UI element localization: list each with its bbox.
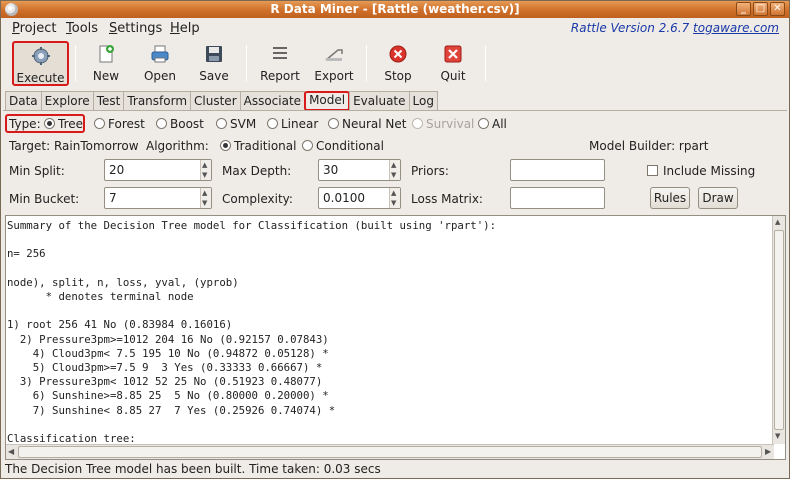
model-output-textview[interactable]: Summary of the Decision Tree model for C… <box>5 215 786 460</box>
radio-conditional[interactable]: Conditional <box>302 139 384 153</box>
radio-icon <box>216 118 227 129</box>
export-button[interactable]: Export <box>306 41 362 86</box>
complexity-label: Complexity: <box>222 192 293 206</box>
horizontal-scrollbar[interactable]: ◀ ▶ <box>6 444 774 459</box>
stop-icon <box>389 45 407 63</box>
execute-button[interactable]: Execute <box>12 41 69 86</box>
scroll-thumb[interactable] <box>774 230 784 430</box>
radio-icon <box>94 118 105 129</box>
quit-button[interactable]: Quit <box>425 41 481 86</box>
scroll-up-icon[interactable]: ▲ <box>775 218 780 226</box>
version-info: Rattle Version 2.6.7 togaware.com <box>570 21 779 35</box>
menu-project[interactable]: Project <box>12 21 57 36</box>
tab-cluster[interactable]: Cluster <box>190 91 241 111</box>
scroll-down-icon[interactable]: ▼ <box>775 432 780 440</box>
tab-associate[interactable]: Associate <box>239 91 306 111</box>
max-depth-label: Max Depth: <box>222 164 292 178</box>
rattle-window: R Data Miner - [Rattle (weather.csv)] _ … <box>0 0 790 479</box>
radio-icon <box>220 140 231 151</box>
max-depth-spinner[interactable]: 30 ▲ ▼ <box>318 159 401 181</box>
radio-traditional[interactable]: Traditional <box>220 139 296 153</box>
scroll-thumb[interactable] <box>18 446 762 458</box>
spinner-arrows[interactable]: ▲ ▼ <box>200 160 211 180</box>
scroll-right-icon[interactable]: ▶ <box>765 447 771 456</box>
togaware-link[interactable]: togaware.com <box>693 21 779 35</box>
close-button[interactable]: ✕ <box>770 2 785 16</box>
spinner-arrows[interactable]: ▲ ▼ <box>389 188 400 208</box>
open-printer-icon <box>151 45 169 63</box>
radio-icon <box>412 118 423 129</box>
rules-button[interactable]: Rules <box>650 187 690 209</box>
checkbox-icon <box>647 165 658 176</box>
radio-icon <box>267 118 278 129</box>
minimize-button[interactable]: _ <box>736 2 751 16</box>
report-button[interactable]: Report <box>252 41 308 86</box>
radio-svm[interactable]: SVM <box>216 117 256 131</box>
min-bucket-label: Min Bucket: <box>9 192 80 206</box>
radio-icon <box>478 118 489 129</box>
min-split-spinner[interactable]: 20 ▲ ▼ <box>104 159 212 181</box>
gear-icon <box>31 47 50 65</box>
loss-matrix-input[interactable] <box>510 187 605 209</box>
min-bucket-spinner[interactable]: 7 ▲ ▼ <box>104 187 212 209</box>
tab-model[interactable]: Model <box>304 91 351 111</box>
menu-settings[interactable]: Settings <box>109 21 162 36</box>
tab-evaluate[interactable]: Evaluate <box>349 91 410 111</box>
menu-tools[interactable]: Tools <box>66 21 98 36</box>
priors-label: Priors: <box>411 164 449 178</box>
quit-icon <box>444 45 462 63</box>
complexity-spinner[interactable]: 0.0100 ▲ ▼ <box>318 187 401 209</box>
radio-all[interactable]: All <box>478 117 507 131</box>
radio-forest[interactable]: Forest <box>94 117 145 131</box>
tab-transform[interactable]: Transform <box>123 91 192 111</box>
menu-help[interactable]: Help <box>170 21 200 36</box>
spinner-arrows[interactable]: ▲ ▼ <box>389 160 400 180</box>
radio-icon <box>44 118 55 129</box>
save-button[interactable]: Save <box>186 41 242 86</box>
tab-data[interactable]: Data <box>5 91 42 111</box>
scroll-left-icon[interactable]: ◀ <box>8 447 14 456</box>
window-title: R Data Miner - [Rattle (weather.csv)] <box>270 2 520 16</box>
model-summary-text: Summary of the Decision Tree model for C… <box>7 219 497 446</box>
draw-button[interactable]: Draw <box>698 187 738 209</box>
radio-tree[interactable]: Tree <box>44 117 83 131</box>
tab-log[interactable]: Log <box>408 91 438 111</box>
priors-input[interactable] <box>510 159 605 181</box>
menu-bar: Project Tools Settings Help Rattle Versi… <box>1 18 789 39</box>
target-label: Target: RainTomorrow <box>9 139 139 153</box>
vertical-scrollbar[interactable]: ▲ ▼ <box>772 216 785 444</box>
new-document-icon <box>99 45 114 63</box>
min-split-label: Min Split: <box>9 164 65 178</box>
radio-boost[interactable]: Boost <box>156 117 204 131</box>
include-missing-checkbox[interactable]: Include Missing <box>647 164 755 178</box>
model-builder-label: Model Builder: rpart <box>589 139 709 153</box>
tab-bar: Data Explore Test Transform Cluster Asso… <box>5 91 438 111</box>
maximize-button[interactable]: □ <box>753 2 768 16</box>
spinner-arrows[interactable]: ▲ ▼ <box>200 188 211 208</box>
radio-neural-net[interactable]: Neural Net <box>328 117 406 131</box>
algorithm-label: Algorithm: <box>146 139 209 153</box>
radio-linear[interactable]: Linear <box>267 117 318 131</box>
radio-icon <box>302 140 313 151</box>
radio-icon <box>328 118 339 129</box>
open-button[interactable]: Open <box>132 41 188 86</box>
loss-matrix-label: Loss Matrix: <box>411 192 483 206</box>
radio-icon <box>156 118 167 129</box>
radio-survival: Survival <box>412 117 474 131</box>
title-bar: R Data Miner - [Rattle (weather.csv)] _ … <box>1 1 789 18</box>
status-bar: The Decision Tree model has been built. … <box>5 462 381 476</box>
tab-explore[interactable]: Explore <box>40 91 94 111</box>
stop-button[interactable]: Stop <box>370 41 426 86</box>
tab-test[interactable]: Test <box>92 91 125 111</box>
new-button[interactable]: New <box>78 41 134 86</box>
export-icon <box>325 49 343 61</box>
floppy-disk-icon <box>206 46 222 62</box>
report-icon <box>273 47 287 59</box>
type-label: Type: <box>9 117 41 131</box>
toolbar: Execute New Open Save Report Export Stop… <box>1 39 789 89</box>
